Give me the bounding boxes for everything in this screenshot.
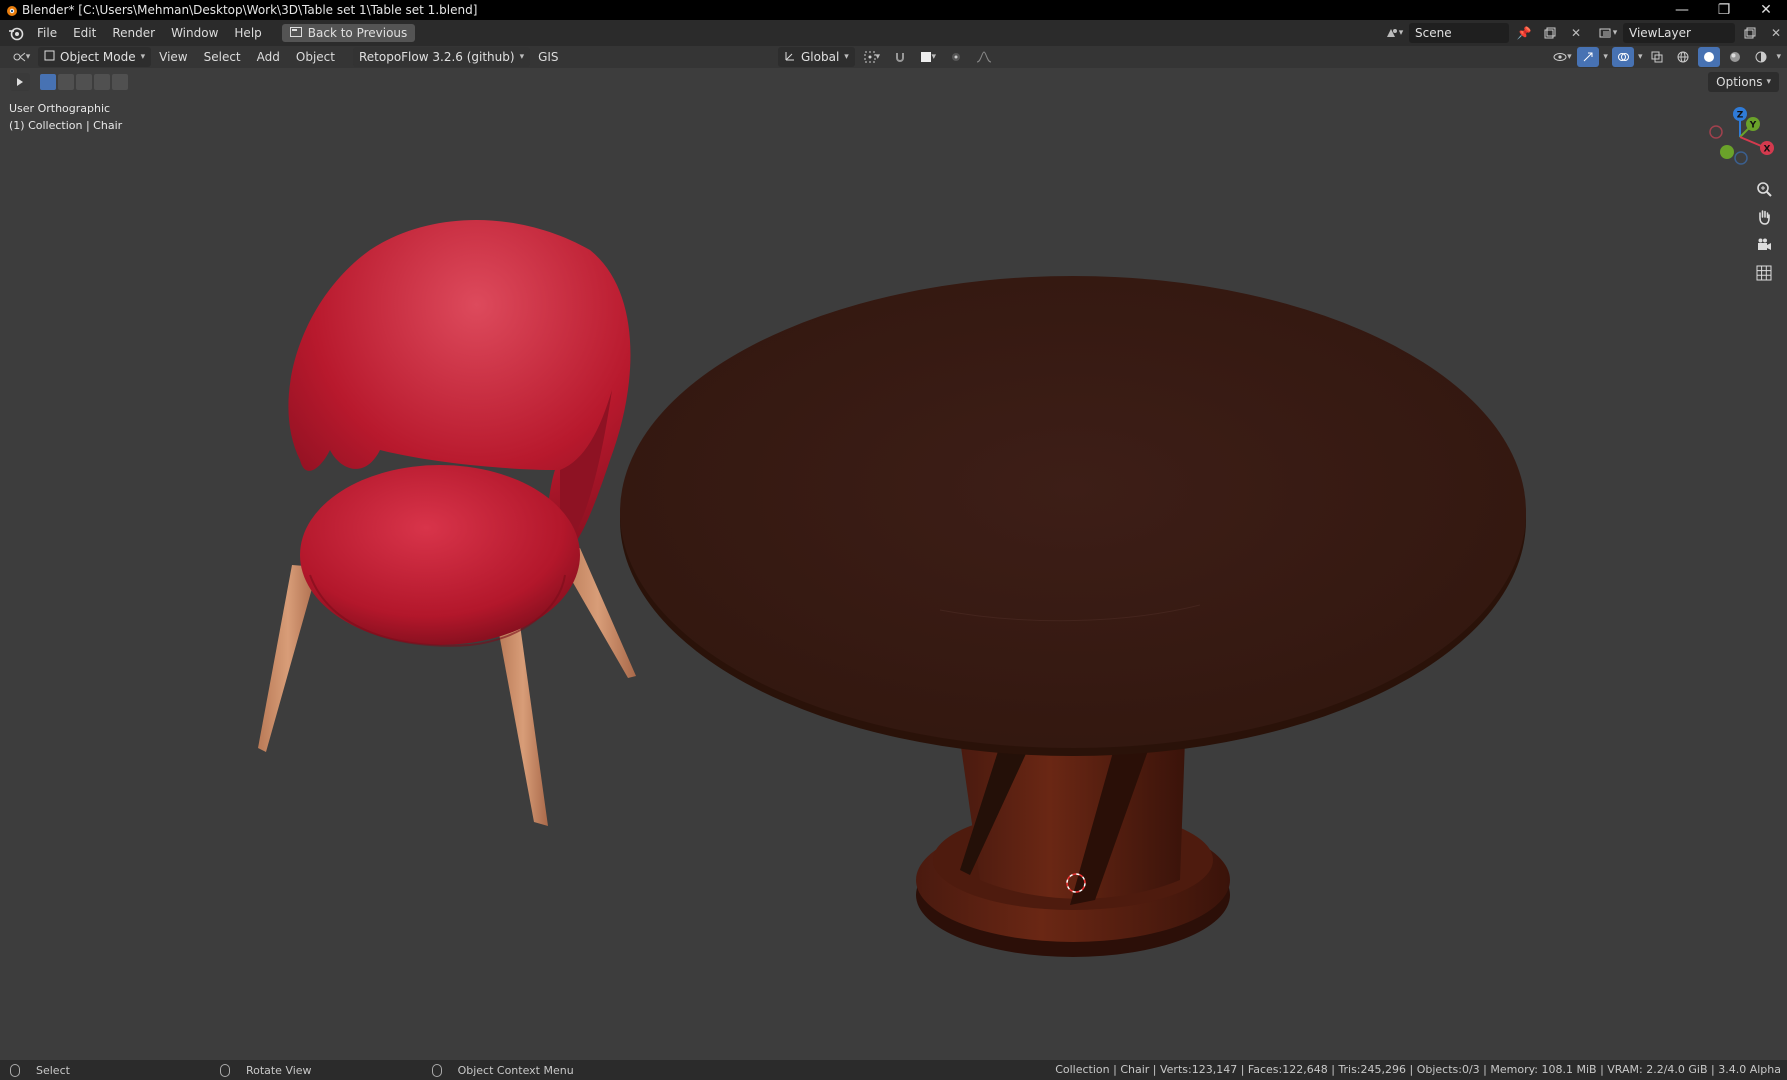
- status-hint-rotate: Rotate View: [219, 1063, 312, 1077]
- mouse-left-icon: [10, 1063, 20, 1077]
- solid-shading-icon[interactable]: [1698, 47, 1721, 67]
- retopoflow-dropdown[interactable]: RetopoFlow 3.2.6 (github) ▾: [352, 47, 531, 67]
- wireframe-shading-icon[interactable]: [1672, 47, 1694, 67]
- zoom-icon[interactable]: [1752, 178, 1776, 200]
- mouse-middle-icon: [219, 1063, 230, 1077]
- tool-settings-row: [10, 73, 128, 91]
- transform-orientation-dropdown[interactable]: Global ▾: [778, 47, 855, 67]
- header-menu-object[interactable]: Object: [288, 50, 343, 64]
- viewport-header: ▾ Object Mode ▾ View Select Add Object R…: [0, 46, 1787, 68]
- table-top: [620, 276, 1526, 756]
- options-dropdown[interactable]: Options ▾: [1708, 72, 1779, 92]
- collection-info: (1) Collection | Chair: [9, 119, 123, 132]
- visibility-icon[interactable]: ▾: [1551, 47, 1573, 67]
- table-base: [916, 740, 1230, 957]
- chevron-down-icon: ▾: [140, 52, 146, 62]
- gizmo-neg-y-icon[interactable]: [1720, 145, 1734, 159]
- grid-view-icon[interactable]: [1752, 262, 1776, 284]
- gizmo-x-label: X: [1764, 145, 1771, 155]
- overlays-icon[interactable]: [1611, 47, 1634, 67]
- orientation-label: Global: [801, 50, 840, 64]
- select-extend-icon[interactable]: [58, 74, 74, 90]
- gizmo-toggle-icon[interactable]: [1577, 47, 1600, 67]
- status-bar: Select Rotate View Object Context Menu C…: [0, 1060, 1787, 1080]
- select-invert-icon[interactable]: [94, 74, 110, 90]
- gizmo-neg-x-icon[interactable]: [1709, 125, 1723, 139]
- snap-icon[interactable]: [889, 47, 911, 67]
- header-menu-select[interactable]: Select: [196, 50, 249, 64]
- material-shading-icon[interactable]: [1724, 47, 1746, 67]
- hint-context-label: Object Context Menu: [457, 1063, 574, 1077]
- select-subtract-icon[interactable]: [76, 74, 92, 90]
- chevron-down-icon: ▾: [844, 52, 849, 62]
- retopoflow-label: RetopoFlow 3.2.6 (github): [358, 50, 515, 64]
- gizmo-z-label: Z: [1737, 111, 1744, 121]
- rendered-shading-icon[interactable]: [1750, 47, 1772, 67]
- gizmo-y-label: Y: [1749, 121, 1757, 131]
- object-mode-label: Object Mode: [60, 50, 136, 64]
- object-mode-icon: [44, 50, 55, 64]
- camera-view-icon[interactable]: [1752, 234, 1776, 256]
- navigation-gizmo[interactable]: Z Y X: [1705, 102, 1775, 172]
- snap-target-icon[interactable]: ▾: [917, 47, 939, 67]
- viewport-info: User Orthographic (1) Collection | Chair: [9, 100, 122, 134]
- viewport-scene[interactable]: [0, 0, 1787, 1080]
- editor-type-icon[interactable]: ▾: [10, 47, 32, 67]
- falloff-curve-icon[interactable]: [973, 47, 995, 67]
- selection-mode-group: [40, 74, 128, 90]
- scene-statistics: Collection | Chair | Verts:123,147 | Fac…: [1055, 1063, 1781, 1076]
- object-mode-dropdown[interactable]: Object Mode ▾: [38, 47, 152, 67]
- pan-hand-icon[interactable]: [1752, 206, 1776, 228]
- mouse-right-icon: [431, 1063, 442, 1077]
- select-intersect-icon[interactable]: [112, 74, 128, 90]
- orientation-icon: [784, 50, 796, 65]
- options-label: Options: [1716, 75, 1763, 89]
- select-tool-icon[interactable]: [10, 73, 30, 91]
- xray-icon[interactable]: [1646, 47, 1668, 67]
- header-menu-view[interactable]: View: [151, 50, 195, 64]
- hint-rotate-label: Rotate View: [245, 1063, 312, 1077]
- select-new-icon[interactable]: [40, 74, 56, 90]
- proportional-edit-icon[interactable]: [945, 47, 967, 67]
- hint-select-label: Select: [36, 1063, 70, 1077]
- status-hint-select: Select: [10, 1063, 70, 1077]
- viewport-nav-buttons: [1752, 178, 1776, 284]
- view-name: User Orthographic: [9, 102, 111, 115]
- pivot-point-icon[interactable]: ▾: [861, 47, 883, 67]
- status-hint-context: Object Context Menu: [431, 1063, 574, 1077]
- header-menu-gis[interactable]: GIS: [530, 50, 566, 64]
- chevron-down-icon: ▾: [519, 52, 525, 62]
- gizmo-neg-z-icon[interactable]: [1734, 151, 1748, 165]
- chevron-down-icon: ▾: [1766, 77, 1771, 87]
- header-menu-add[interactable]: Add: [249, 50, 288, 64]
